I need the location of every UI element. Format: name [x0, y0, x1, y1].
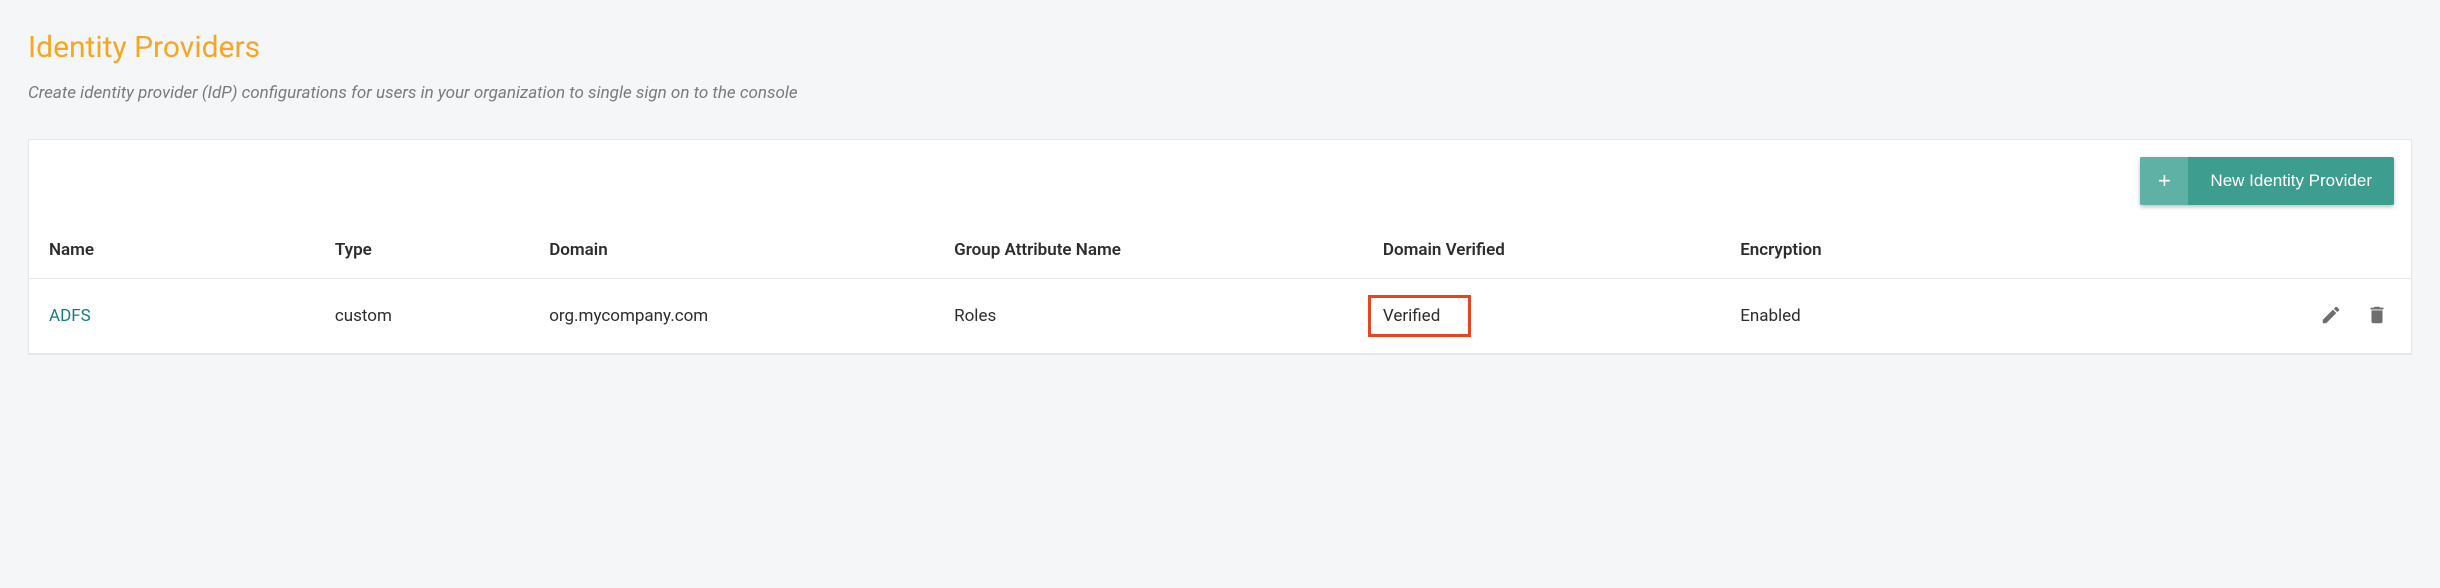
provider-name-link[interactable]: ADFS — [29, 279, 315, 354]
new-identity-provider-label: New Identity Provider — [2188, 157, 2394, 205]
verified-highlight: Verified — [1368, 295, 1471, 337]
edit-icon[interactable] — [2317, 301, 2345, 329]
provider-type: custom — [315, 279, 529, 354]
provider-encryption: Enabled — [1720, 279, 2149, 354]
column-header-domain-verified: Domain Verified — [1363, 222, 1720, 279]
new-identity-provider-button[interactable]: + New Identity Provider — [2140, 157, 2394, 205]
column-header-actions — [2149, 222, 2411, 279]
column-header-domain: Domain — [529, 222, 934, 279]
provider-domain-verified: Verified — [1363, 279, 1720, 354]
delete-icon[interactable] — [2363, 301, 2391, 329]
plus-icon: + — [2140, 157, 2188, 205]
providers-card: + New Identity Provider Name Type Domain… — [28, 139, 2412, 355]
providers-table: Name Type Domain Group Attribute Name Do… — [29, 222, 2411, 354]
card-header: + New Identity Provider — [29, 140, 2411, 222]
table-row: ADFS custom org.mycompany.com Roles Veri… — [29, 279, 2411, 354]
column-header-type: Type — [315, 222, 529, 279]
page-description: Create identity provider (IdP) configura… — [28, 83, 2412, 103]
provider-group-attribute: Roles — [934, 279, 1363, 354]
provider-domain: org.mycompany.com — [529, 279, 934, 354]
column-header-group-attribute: Group Attribute Name — [934, 222, 1363, 279]
page-title: Identity Providers — [28, 30, 2412, 65]
column-header-encryption: Encryption — [1720, 222, 2149, 279]
row-actions — [2149, 279, 2411, 354]
column-header-name: Name — [29, 222, 315, 279]
